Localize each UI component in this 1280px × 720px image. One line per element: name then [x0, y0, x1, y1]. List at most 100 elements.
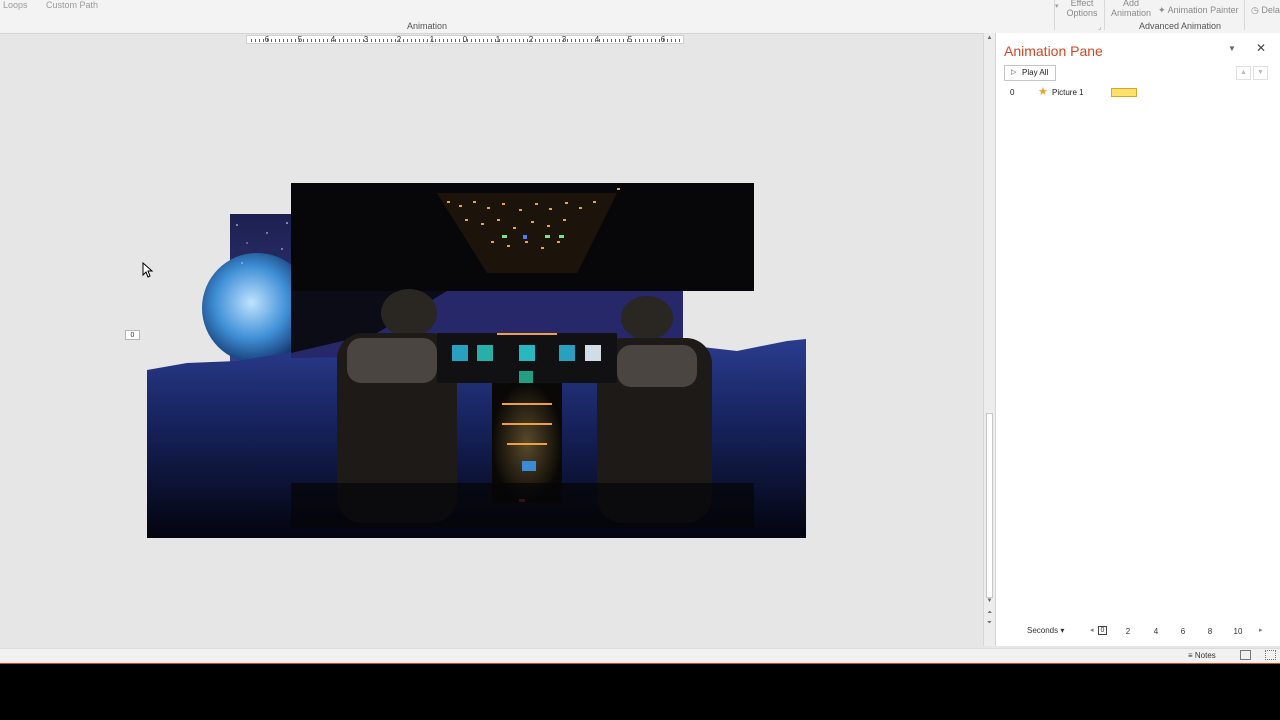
ruler-tick [599, 39, 600, 42]
notes-label: Notes [1194, 651, 1216, 660]
timeline-tick: 10 [1233, 627, 1243, 636]
move-down-icon[interactable]: ▼ [1253, 66, 1268, 80]
ruler-tick [627, 39, 628, 42]
powerpoint-window: Loops Custom Path ▾ Animation Effect Opt… [0, 0, 1280, 664]
slide-picture[interactable] [147, 183, 806, 538]
ruler-tick [543, 39, 544, 42]
timeline-tick: 2 [1125, 627, 1131, 636]
notes-icon: ≡ [1188, 651, 1193, 660]
vertical-scrollbar[interactable]: ▲ ▼ ⏶ ⏷ [983, 33, 995, 646]
ruler-tick [647, 39, 648, 42]
star-effect-icon: ★ [1038, 86, 1048, 98]
effect-options-button[interactable]: Effect Options [1064, 0, 1100, 18]
ruler-tick [283, 39, 284, 42]
clock-icon: ◷ [1251, 5, 1259, 15]
ruler-tick [443, 39, 444, 42]
horizontal-ruler: 6543210123456 [246, 35, 684, 44]
ruler-tick [575, 39, 576, 42]
ribbon-separator [1104, 0, 1105, 30]
ruler-tick [467, 39, 468, 42]
ruler-tick [327, 39, 328, 42]
ruler-tick [611, 39, 612, 42]
delay-control[interactable]: ◷ Dela [1251, 5, 1280, 16]
ruler-tick [275, 39, 276, 42]
ruler-tick [339, 39, 340, 42]
ruler-tick [427, 39, 428, 42]
ruler-tick [591, 39, 592, 42]
timeline-left-icon[interactable]: ◂ [1090, 626, 1094, 634]
status-bar: ≡ Notes [0, 648, 1280, 664]
effect-custom-path[interactable]: Custom Path [46, 0, 98, 10]
ruler-tick [679, 39, 680, 42]
ruler-tick [495, 39, 496, 42]
effect-loops[interactable]: Loops [3, 0, 28, 10]
scroll-down-icon[interactable]: ▼ [984, 598, 995, 604]
animation-painter-label: Animation Painter [1167, 5, 1239, 15]
ruler-tick [515, 39, 516, 42]
move-up-icon[interactable]: ▲ [1236, 66, 1251, 80]
ruler-tick [375, 39, 376, 42]
add-animation-label: Add Animation [1110, 0, 1152, 18]
gallery-more-icon[interactable]: ▾ [1055, 2, 1059, 10]
animation-order-tag[interactable]: 0 [125, 330, 140, 340]
ruler-tick [491, 39, 492, 42]
animation-item[interactable]: 0 ★ Picture 1 [1004, 85, 1274, 101]
ruler-tick [411, 39, 412, 42]
ruler-tick [383, 39, 384, 42]
ruler-tick [291, 39, 292, 42]
close-icon[interactable]: ✕ [1256, 41, 1266, 55]
ruler-tick [507, 39, 508, 42]
dialog-launcher-icon[interactable]: ⌟ [1098, 23, 1101, 31]
ruler-tick [279, 39, 280, 42]
ruler-tick [363, 39, 364, 42]
ruler-tick [299, 39, 300, 42]
ruler-tick [539, 39, 540, 42]
ruler-tick [271, 39, 272, 42]
ruler-tick [655, 39, 656, 42]
play-all-button[interactable]: ▷ Play All [1004, 65, 1056, 81]
ruler-tick [395, 39, 396, 42]
ruler-tick [587, 39, 588, 42]
group-advanced-animation-label: Advanced Animation [1139, 21, 1222, 31]
animation-painter-button[interactable]: ✦ Animation Painter [1158, 5, 1239, 16]
slide-sorter-icon[interactable] [1265, 650, 1276, 660]
photo-shadow [291, 483, 754, 528]
timeline-right-icon[interactable]: ▸ [1259, 626, 1263, 634]
play-icon: ▷ [1011, 69, 1017, 76]
normal-view-icon[interactable] [1240, 650, 1251, 660]
ribbon-separator [1244, 0, 1245, 30]
timing-bar[interactable] [1111, 88, 1137, 97]
paintbrush-icon: ✦ [1158, 5, 1166, 15]
scroll-up-icon[interactable]: ▲ [984, 35, 995, 41]
seconds-dropdown[interactable]: Seconds ▾ [1027, 626, 1064, 635]
ruler-tick [595, 39, 596, 42]
ruler-tick [407, 39, 408, 42]
add-animation-button[interactable]: Add Animation [1108, 0, 1154, 18]
ruler-tick [583, 39, 584, 42]
previous-slide-icon[interactable]: ⏶ [984, 610, 995, 617]
seconds-label: Seconds [1027, 626, 1059, 635]
scroll-thumb[interactable] [986, 413, 993, 598]
ruler-tick [659, 39, 660, 42]
ruler-tick [639, 39, 640, 42]
timeline-scale: 0 2 4 6 8 10 [1098, 625, 1258, 636]
group-animation-label: Animation [407, 21, 448, 31]
ruler-tick [431, 39, 432, 42]
pane-options-icon[interactable]: ▼ [1228, 44, 1236, 53]
ruler-tick [315, 39, 316, 42]
delay-label: Dela [1261, 5, 1280, 15]
ruler-tick [335, 39, 336, 42]
ruler-tick [367, 39, 368, 42]
notes-button[interactable]: ≡ Notes [1188, 651, 1216, 660]
animation-item-name: Picture 1 [1052, 88, 1084, 97]
ruler-tick [479, 39, 480, 42]
ruler-tick [511, 39, 512, 42]
ruler-tick [551, 39, 552, 42]
ruler-tick [559, 39, 560, 42]
ruler-tick [403, 39, 404, 42]
ruler-tick [471, 39, 472, 42]
animation-pane: Animation Pane ▼ ✕ ▷ Play All ▲ ▼ 0 ★ Pi… [995, 33, 1280, 646]
next-slide-icon[interactable]: ⏷ [984, 620, 995, 627]
ruler-tick [567, 39, 568, 42]
ruler-tick [547, 39, 548, 42]
